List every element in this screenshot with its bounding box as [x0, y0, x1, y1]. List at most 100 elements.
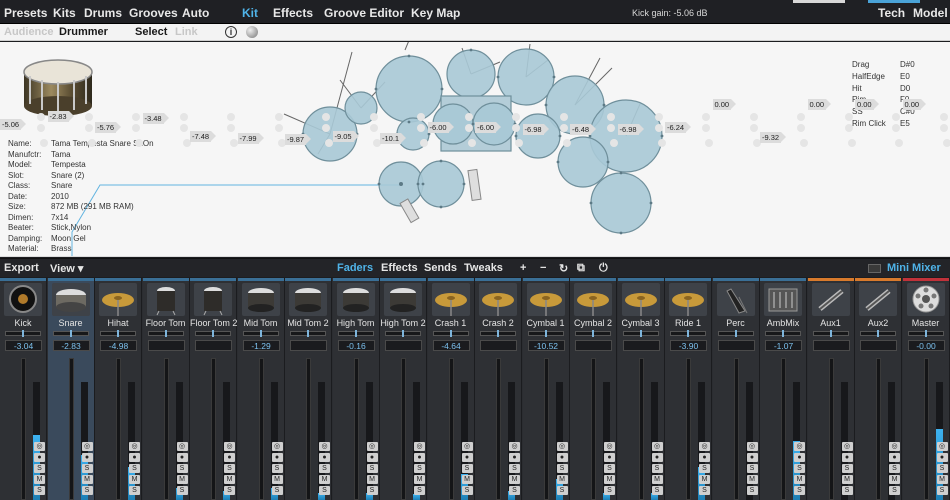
send-knob[interactable] [135, 139, 143, 147]
send-knob[interactable] [844, 113, 853, 121]
fader-handle[interactable]: -9.32 [760, 132, 787, 143]
pan-slider[interactable] [907, 330, 944, 337]
pan-slider[interactable] [860, 330, 896, 337]
fader-track[interactable] [876, 358, 881, 500]
record-button[interactable]: ● [366, 453, 378, 462]
mute-button[interactable]: M [271, 475, 283, 484]
send-knob[interactable] [37, 124, 45, 132]
send-knob[interactable] [797, 113, 805, 121]
pan-slider[interactable] [622, 330, 659, 337]
mute-button[interactable]: M [176, 475, 188, 484]
fader-handle[interactable]: 0.00 [712, 99, 736, 110]
pan-slider[interactable] [385, 330, 421, 337]
channel-strip-crash-1[interactable]: Crash 1 -4.64 -6.00 ◎ ● S M S [427, 113, 476, 500]
fader-handle[interactable]: 0.00 [902, 99, 926, 110]
fader-track[interactable] [21, 358, 26, 500]
output-route-button[interactable]: ◎ [604, 442, 615, 451]
mute-button[interactable]: M [746, 475, 758, 484]
fader-track[interactable] [496, 358, 501, 500]
select-tool[interactable]: Select [135, 26, 167, 38]
fader-track[interactable] [686, 358, 691, 500]
solo-button[interactable]: S [81, 464, 93, 473]
send-knob[interactable] [322, 124, 330, 132]
fader-handle[interactable]: 0.00 [807, 99, 831, 110]
mute-button[interactable]: M [509, 475, 520, 484]
fader-track[interactable] [591, 358, 596, 500]
send-knob[interactable] [515, 139, 523, 147]
channel-strip-aux2[interactable]: Aux2 0.00 ◎ ● S M S [855, 99, 903, 500]
sum-button[interactable]: S [34, 486, 45, 495]
sum-button[interactable]: S [699, 486, 710, 495]
send-knob[interactable] [464, 124, 473, 132]
window-icon[interactable]: ⧉ [577, 262, 585, 275]
send-knob[interactable] [132, 113, 140, 121]
send-knob[interactable] [179, 113, 188, 121]
send-knob[interactable] [512, 124, 520, 132]
volume-readout[interactable]: -0.16 [337, 340, 375, 351]
record-button[interactable]: ● [129, 453, 140, 462]
transport-field-active[interactable] [868, 0, 920, 3]
pan-slider[interactable] [765, 330, 801, 337]
send-knob[interactable] [607, 124, 615, 132]
channel-strip-mid-tom[interactable]: Mid Tom -1.29 -7.99 ◎ ● S M S [237, 113, 286, 500]
mute-button[interactable]: M [129, 475, 140, 484]
send-knob[interactable] [420, 139, 428, 147]
mute-button[interactable]: M [936, 475, 948, 484]
send-knob[interactable] [939, 113, 948, 121]
crash-1-icon[interactable] [431, 283, 470, 316]
sum-button[interactable]: S [319, 486, 330, 495]
master-icon[interactable] [906, 283, 945, 316]
record-button[interactable]: ● [889, 453, 900, 462]
sum-button[interactable]: S [746, 486, 758, 495]
volume-readout[interactable]: -3.90 [670, 340, 707, 351]
fader-track[interactable] [68, 358, 74, 500]
fader-handle[interactable]: -5.76 [95, 122, 122, 133]
fader-handle[interactable]: -6.98 [617, 124, 644, 135]
fader-track[interactable] [638, 358, 644, 500]
output-route-button[interactable]: ◎ [936, 442, 948, 451]
output-route-button[interactable]: ◎ [794, 442, 805, 451]
record-button[interactable]: ● [509, 453, 520, 462]
floor-tom-icon[interactable] [146, 283, 185, 316]
solo-button[interactable]: S [746, 464, 758, 473]
pan-slider[interactable] [147, 330, 184, 337]
fader-handle[interactable]: -7.48 [190, 131, 217, 142]
volume-readout[interactable]: -1.07 [765, 340, 802, 351]
view-menu[interactable]: View ▾ [50, 262, 83, 275]
fader-handle[interactable]: 0.00 [855, 99, 879, 110]
volume-readout[interactable] [575, 340, 612, 351]
menu-kit[interactable]: Kit [242, 6, 258, 20]
send-knob[interactable] [702, 113, 710, 121]
mini-mixer-toggle[interactable] [868, 264, 881, 273]
send-knob[interactable] [749, 113, 758, 121]
pan-slider[interactable] [717, 330, 754, 337]
channel-strip-high-tom-2[interactable]: High Tom 2 -10.1 ◎ ● S M S [380, 113, 428, 500]
mute-button[interactable]: M [651, 475, 663, 484]
send-knob[interactable] [417, 113, 425, 121]
export-button[interactable]: Export [4, 262, 39, 274]
fader-track[interactable] [543, 358, 549, 500]
send-knob[interactable] [892, 113, 900, 121]
mute-button[interactable]: M [841, 475, 853, 484]
pan-slider[interactable] [432, 330, 469, 337]
send-knob[interactable] [797, 124, 805, 132]
solo-button[interactable]: S [509, 464, 520, 473]
send-knob[interactable] [274, 113, 283, 121]
volume-readout[interactable] [812, 340, 850, 351]
pan-slider[interactable] [100, 330, 136, 337]
output-route-button[interactable]: ◎ [129, 442, 140, 451]
send-knob[interactable] [607, 113, 615, 121]
channel-strip-cymbal-2[interactable]: Cymbal 2 -6.48 ◎ ● S M S [570, 113, 618, 500]
pan-slider[interactable] [812, 330, 849, 337]
channel-strip-kick[interactable]: Kick -3.04 -5.06 ◎ ● S M S [0, 113, 48, 500]
mute-button[interactable]: M [81, 475, 93, 484]
info-icon[interactable]: i [225, 26, 237, 38]
send-knob[interactable] [274, 124, 283, 132]
record-button[interactable]: ● [461, 453, 473, 462]
sum-button[interactable]: S [651, 486, 663, 495]
mute-button[interactable]: M [889, 475, 900, 484]
tab-tweaks[interactable]: Tweaks [464, 262, 503, 274]
output-route-button[interactable]: ◎ [176, 442, 188, 451]
solo-button[interactable]: S [651, 464, 663, 473]
fader-handle[interactable]: -9.05 [332, 131, 359, 142]
